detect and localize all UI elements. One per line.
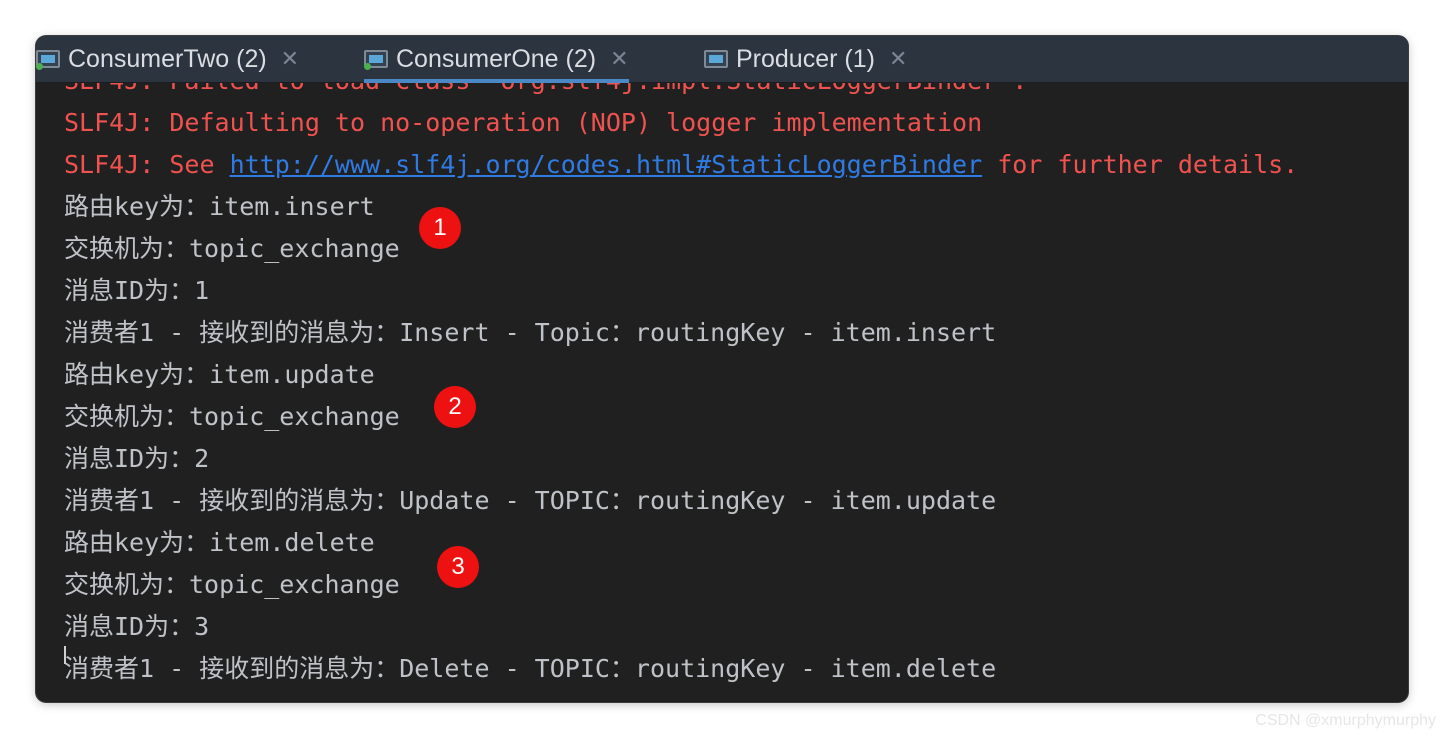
console-line: SLF4J: Defaulting to no-operation (NOP) … — [64, 108, 983, 137]
console-output[interactable]: SLF4J: Failed to load class "org.slf4j.i… — [36, 83, 1408, 702]
tab-consumer-one[interactable]: ConsumerOne (2) ✕ — [364, 36, 629, 83]
console-line: 交换机为：topic_exchange — [64, 234, 400, 263]
text-cursor — [64, 646, 66, 664]
console-line: 路由key为：item.update — [64, 360, 375, 389]
console-line: 路由key为：item.insert — [64, 192, 375, 221]
console-line: 交换机为：topic_exchange — [64, 402, 400, 431]
run-console-window: ConsumerTwo (2) ✕ ConsumerOne (2) ✕ Prod… — [36, 36, 1408, 702]
tab-label: ConsumerTwo (2) — [68, 44, 267, 73]
console-icon — [36, 50, 60, 70]
console-line: 消息ID为：1 — [64, 276, 210, 305]
console-line: 消费者1 - 接收到的消息为：Insert - Topic：routingKey… — [64, 318, 997, 347]
slf4j-docs-link[interactable]: http://www.slf4j.org/codes.html#StaticLo… — [230, 150, 983, 179]
close-icon[interactable]: ✕ — [889, 46, 907, 72]
tab-label: ConsumerOne (2) — [396, 44, 597, 73]
running-indicator-icon — [364, 63, 371, 70]
console-line: 交换机为：topic_exchange — [64, 570, 400, 599]
console-line-suffix: for further details. — [982, 150, 1299, 179]
annotation-badge-1: 1 — [419, 207, 461, 249]
console-line: 路由key为：item.delete — [64, 528, 375, 557]
console-line: SLF4J: See http://www.slf4j.org/codes.ht… — [64, 149, 1298, 181]
close-icon[interactable]: ✕ — [281, 46, 299, 72]
running-indicator-icon — [36, 63, 43, 70]
close-icon[interactable]: ✕ — [610, 46, 628, 72]
watermark: CSDN @xmurphymurphy — [1255, 712, 1436, 729]
console-line: 消息ID为：3 — [64, 612, 210, 641]
run-tab-bar: ConsumerTwo (2) ✕ ConsumerOne (2) ✕ Prod… — [36, 36, 1408, 83]
tab-label: Producer (1) — [736, 44, 875, 73]
console-icon — [364, 50, 388, 70]
console-line: 消费者1 - 接收到的消息为：Update - TOPIC：routingKey… — [64, 486, 997, 515]
tab-consumer-two[interactable]: ConsumerTwo (2) ✕ — [36, 36, 299, 82]
annotation-badge-3: 3 — [437, 546, 479, 588]
console-line: SLF4J: Failed to load class "org.slf4j.i… — [64, 83, 1027, 97]
console-icon — [704, 50, 728, 68]
annotation-badge-2: 2 — [434, 386, 476, 428]
console-line-prefix: SLF4J: See — [64, 150, 230, 179]
tab-producer[interactable]: Producer (1) ✕ — [704, 36, 907, 82]
console-line: 消费者1 - 接收到的消息为：Delete - TOPIC：routingKey… — [64, 654, 997, 683]
console-line: 消息ID为：2 — [64, 444, 210, 473]
